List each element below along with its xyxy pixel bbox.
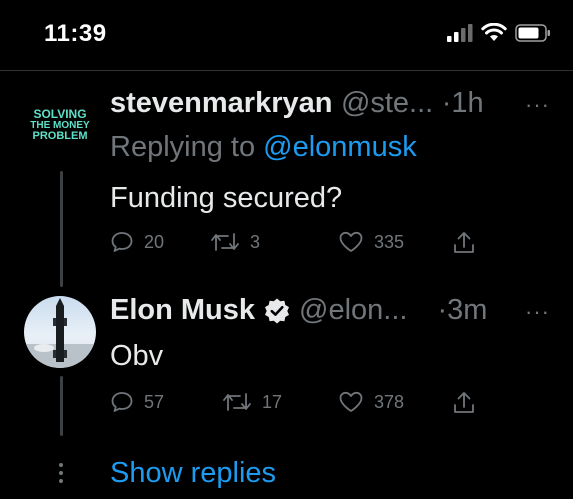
share-button[interactable] xyxy=(452,390,476,416)
retweet-icon xyxy=(223,393,251,411)
retweet-button[interactable]: 3 xyxy=(210,230,260,254)
heart-icon xyxy=(339,391,363,412)
more-options-icon[interactable]: ··· xyxy=(525,299,550,325)
share-icon xyxy=(454,392,474,413)
replying-prefix: Replying to xyxy=(110,131,264,163)
thread-line xyxy=(60,171,63,287)
share-button[interactable] xyxy=(452,230,476,256)
reply-count: 20 xyxy=(144,231,165,252)
display-name[interactable]: stevenmarkryan xyxy=(110,87,332,119)
avatar-logo-line: PROBLEM xyxy=(32,130,88,142)
retweet-count: 17 xyxy=(262,391,283,412)
avatar-logo: SOLVING THE MONEY PROBLEM xyxy=(24,107,96,142)
user-handle[interactable]: @elon... xyxy=(299,294,407,327)
like-button[interactable]: 335 xyxy=(338,230,404,254)
avatar[interactable] xyxy=(24,296,96,368)
tweet-actions: 20 3 335 xyxy=(110,230,490,260)
tweet-header: stevenmarkryan @ste... ·1h xyxy=(110,87,484,120)
display-name[interactable]: Elon Musk xyxy=(110,294,255,327)
reply-icon xyxy=(111,392,133,412)
reply-icon xyxy=(111,232,133,252)
like-count: 378 xyxy=(374,391,405,412)
retweet-count: 3 xyxy=(250,231,261,252)
more-options-icon[interactable]: ··· xyxy=(525,92,550,118)
avatar-logo-line: SOLVING xyxy=(33,107,87,121)
tweet-time[interactable]: ·1h xyxy=(442,87,484,119)
tweet-actions: 57 17 378 xyxy=(110,390,490,420)
tweet-header: Elon Musk @elon... ·3m xyxy=(110,294,487,327)
show-replies-link[interactable]: Show replies xyxy=(110,457,276,490)
reply-button[interactable]: 57 xyxy=(110,390,164,414)
cellular-signal-icon xyxy=(447,23,473,42)
verified-badge-icon xyxy=(265,298,290,323)
replying-to: Replying to @elonmusk xyxy=(110,131,417,164)
battery-icon xyxy=(515,23,550,42)
like-button[interactable]: 378 xyxy=(338,390,404,414)
tweet-time[interactable]: ·3m xyxy=(437,294,487,327)
retweet-button[interactable]: 17 xyxy=(222,390,282,414)
status-icons xyxy=(447,23,551,42)
starship-avatar-image xyxy=(24,298,96,368)
user-handle[interactable]: @ste... xyxy=(341,87,433,119)
reply-count: 57 xyxy=(144,391,165,412)
share-icon xyxy=(454,232,474,253)
status-bar: 11:39 xyxy=(0,0,573,68)
heart-icon xyxy=(339,231,363,252)
header-divider xyxy=(0,70,573,71)
retweet-icon xyxy=(211,233,239,251)
thread-line xyxy=(60,376,63,436)
reply-button[interactable]: 20 xyxy=(110,230,164,254)
avatar[interactable]: SOLVING THE MONEY PROBLEM xyxy=(24,89,96,161)
tweet-text: Funding secured? xyxy=(110,182,343,214)
mention-link[interactable]: @elonmusk xyxy=(263,131,417,163)
status-time: 11:39 xyxy=(44,20,107,47)
tweet-text: Obv xyxy=(110,340,164,372)
like-count: 335 xyxy=(374,231,405,252)
wifi-icon xyxy=(481,23,507,41)
more-replies-dots-icon xyxy=(59,463,64,487)
